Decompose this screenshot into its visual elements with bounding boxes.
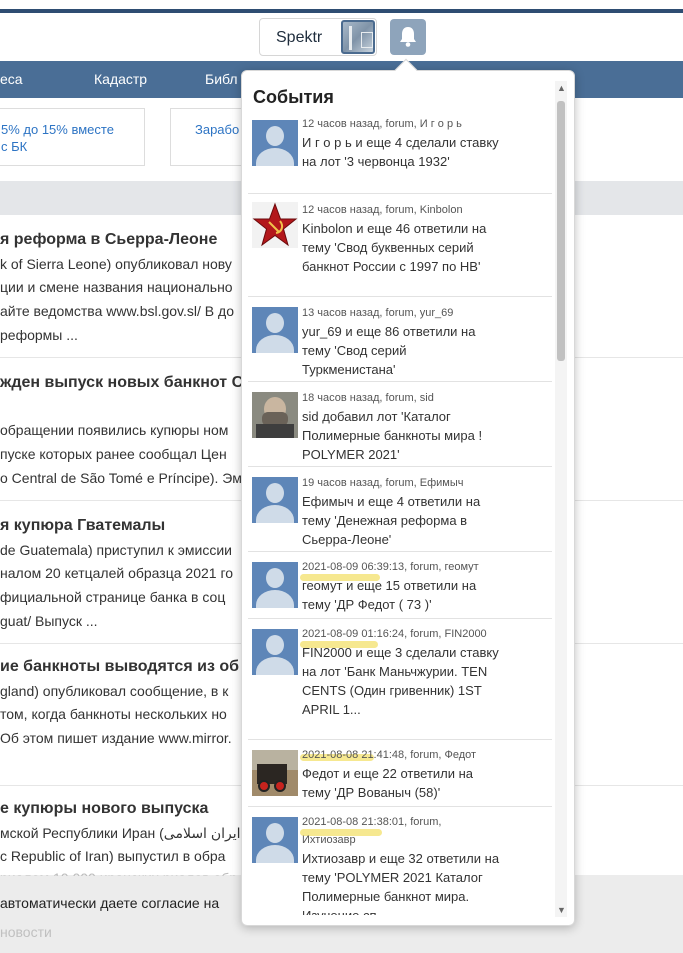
- news-line: guat/ Выпуск ...: [0, 613, 98, 629]
- user-avatar-icon: [252, 629, 298, 675]
- bell-icon: [400, 27, 416, 47]
- event-text: yur_69 и еще 86 ответили на тему 'Свод с…: [302, 324, 476, 377]
- popup-title: События: [253, 87, 334, 107]
- news-line: обращении появились купюры ном: [0, 422, 229, 438]
- photo-avatar-icon: [252, 392, 298, 438]
- news-line: k of Sierra Leone) опубликовал нову: [0, 256, 232, 272]
- event-meta: 13 часов назад, forum, yur_69: [302, 307, 454, 319]
- event-item[interactable]: 2021-08-09 06:39:13, forum, геомут геому…: [248, 552, 552, 619]
- event-text: И г о р ь и еще 4 сделали ставку на лот …: [302, 135, 499, 169]
- event-item[interactable]: 2021-08-08 21:38:01, forum, Ихтиозавр Их…: [248, 807, 552, 915]
- map-avatar-icon: [341, 20, 375, 54]
- news-title[interactable]: жден выпуск новых банкнот С: [0, 374, 243, 392]
- news-line: мской Республики Иран (ایران اسلامی: [0, 825, 241, 841]
- event-meta-user: Ихтиозавр: [302, 834, 356, 846]
- news-line: o Central de São Tomé e Príncipe). Эм: [0, 470, 242, 486]
- train-avatar-icon: [252, 750, 298, 796]
- scroll-down-icon[interactable]: ▼: [557, 905, 566, 915]
- user-menu[interactable]: Spektr: [259, 18, 377, 56]
- event-meta: 18 часов назад, forum, sid: [302, 392, 434, 404]
- news-line: gland) опубликовал сообщение, в к: [0, 683, 229, 699]
- news-title[interactable]: я реформа в Сьерра-Леоне: [0, 231, 217, 249]
- event-text: Kinbolon и еще 46 ответили на тему 'Свод…: [302, 221, 487, 274]
- event-item[interactable]: 12 часов назад, forum, Kinbolon Kinbolon…: [248, 194, 552, 297]
- event-item[interactable]: 2021-08-08 21:41:48, forum, Федот Федот …: [248, 740, 552, 807]
- news-line: ции и смене названия национально: [0, 279, 233, 295]
- events-list: 12 часов назад, forum, И г о р ь И г о р…: [248, 117, 552, 915]
- event-meta: 19 часов назад, forum, Ефимыч: [302, 477, 464, 489]
- news-line: реформы ...: [0, 327, 78, 343]
- event-meta: 2021-08-08 21:41:48, forum, Федот: [302, 749, 477, 761]
- event-text: Ихтиозавр и еще 32 ответили на тему 'POL…: [302, 851, 500, 915]
- news-line: айте ведомства www.bsl.gov.sl/ В до: [0, 303, 234, 319]
- event-meta: 12 часов назад, forum, И г о р ь: [302, 118, 462, 130]
- event-item[interactable]: 19 часов назад, forum, Ефимыч Ефимыч и е…: [248, 467, 552, 552]
- event-meta: 2021-08-08 21:38:01, forum,: [302, 816, 442, 828]
- star-avatar-icon: [252, 202, 298, 248]
- event-text: FIN2000 и еще 3 сделали ставку на лот 'Б…: [302, 645, 499, 717]
- promo-card-1-line2: с БК: [1, 139, 28, 154]
- header: Spektr: [0, 13, 683, 61]
- event-meta: 12 часов назад, forum, Kinbolon: [302, 204, 463, 216]
- event-text: Ефимыч и еще 4 ответили на тему 'Денежна…: [302, 494, 481, 547]
- popup-scrollbar[interactable]: ▲ ▼: [555, 81, 567, 917]
- user-avatar-icon: [252, 477, 298, 523]
- news-title[interactable]: ие банкноты выводятся из об: [0, 658, 239, 676]
- news-title[interactable]: я купюра Гватемалы: [0, 517, 165, 535]
- user-avatar-icon: [252, 120, 298, 166]
- news-line: том, когда банкноты нескольких но: [0, 706, 227, 722]
- event-item[interactable]: 18 часов назад, forum, sid sid добавил л…: [248, 382, 552, 467]
- event-text: Федот и еще 22 ответили на тему 'ДР Вова…: [302, 766, 474, 800]
- event-item[interactable]: 12 часов назад, forum, И г о р ь И г о р…: [248, 117, 552, 194]
- top-stripe: [0, 0, 683, 13]
- nav-item-1[interactable]: еса: [0, 71, 23, 87]
- news-line: c Republic of Iran) выпустил в обра: [0, 848, 226, 864]
- nav-item-library[interactable]: Библ: [205, 71, 238, 87]
- cookie-text: автоматически даете согласие на: [0, 895, 220, 911]
- notifications-button[interactable]: [390, 19, 426, 55]
- nav-item-cadastre[interactable]: Кадастр: [94, 71, 147, 87]
- event-text: геомут и еще 15 ответили на тему 'ДР Фед…: [302, 578, 477, 612]
- news-line: Об этом пишет издание www.mirror.: [0, 730, 232, 746]
- event-text: sid добавил лот 'Каталог Полимерные банк…: [302, 409, 483, 462]
- news-title[interactable]: е купюры нового выпуска: [0, 800, 208, 818]
- news-line: фициальной странице банка в соц: [0, 589, 226, 605]
- promo-card-1[interactable]: 5% до 15% вместе с БК: [0, 108, 145, 166]
- scroll-thumb[interactable]: [557, 101, 565, 361]
- event-item[interactable]: 2021-08-09 01:16:24, forum, FIN2000 FIN2…: [248, 619, 552, 740]
- user-avatar-icon: [252, 817, 298, 863]
- events-popup: События 12 часов назад, forum, И г о р ь…: [241, 70, 575, 926]
- cookie-link[interactable]: новости: [0, 924, 52, 940]
- user-avatar-icon: [252, 307, 298, 353]
- event-item[interactable]: 13 часов назад, forum, yur_69 yur_69 и е…: [248, 297, 552, 382]
- promo-card-2-line1: Зарабо: [195, 122, 240, 137]
- username: Spektr: [276, 29, 323, 46]
- event-meta: 2021-08-09 01:16:24, forum, FIN2000: [302, 628, 487, 640]
- user-avatar-icon: [252, 562, 298, 608]
- news-line: de Guatemala) приступил к эмиссии: [0, 542, 232, 558]
- news-line: налом 20 кетцалей образца 2021 го: [0, 565, 234, 581]
- event-meta: 2021-08-09 06:39:13, forum, геомут: [302, 561, 479, 573]
- news-line: пуске которых ранее сообщал Цен: [0, 446, 227, 462]
- promo-card-1-line1: 5% до 15% вместе: [1, 122, 114, 137]
- scroll-up-icon[interactable]: ▲: [557, 83, 566, 93]
